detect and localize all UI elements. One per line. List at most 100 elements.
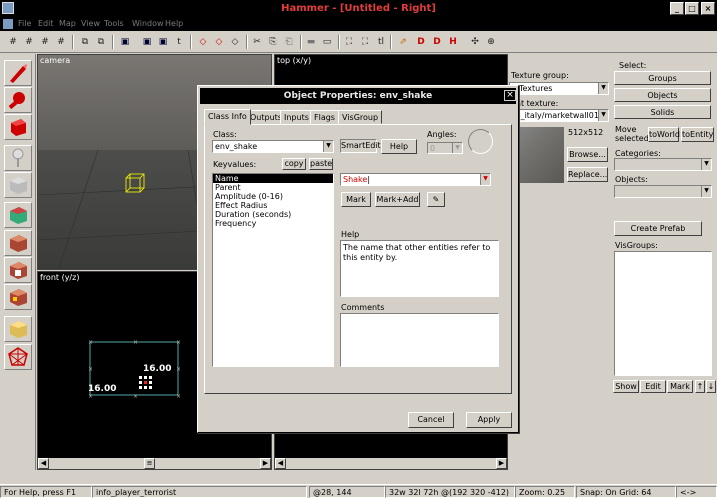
cut-icon[interactable]: ✂ (250, 35, 264, 49)
copy-button[interactable]: copy (282, 158, 306, 170)
keyvalue-row[interactable]: Duration (seconds) (213, 210, 333, 219)
dialog-title-bar[interactable]: Object Properties: env_shake (200, 88, 516, 104)
menu-tools[interactable]: Tools (104, 18, 124, 30)
tab-flags[interactable]: Flags (310, 110, 339, 124)
move-down-icon[interactable]: ↓ (706, 380, 716, 393)
chevron-down-icon[interactable]: ▼ (452, 143, 462, 153)
objects-select[interactable]: ▼ (614, 185, 712, 198)
group-icon[interactable]: ⧉ (94, 35, 108, 49)
menu-view[interactable]: View (81, 18, 100, 30)
top-viewport-scrollbar[interactable]: ◀ ▶ (275, 458, 507, 469)
paste-icon[interactable]: ⎗ (282, 35, 296, 49)
menu-help[interactable]: Help (165, 18, 183, 30)
apply-button[interactable]: Apply (466, 412, 512, 428)
select-objects-button[interactable]: Objects (614, 88, 711, 102)
eyedropper-icon[interactable]: ✎ (427, 192, 445, 207)
grid-3d-icon[interactable]: # (22, 35, 36, 49)
tab-class-info[interactable]: Class Info (204, 109, 251, 125)
replace-button[interactable]: Replace... (567, 167, 608, 182)
mark-button[interactable]: Mark (341, 192, 371, 207)
keyvalue-row[interactable]: Amplitude (0-16) (213, 192, 333, 201)
angles-select[interactable]: 0 ▼ (427, 142, 463, 154)
help-button[interactable]: Help (381, 139, 417, 154)
document-icon[interactable] (3, 19, 13, 29)
overlay-tool-icon[interactable] (4, 284, 32, 310)
camera-tool-icon[interactable] (4, 114, 32, 140)
scroll-right-icon[interactable]: ▶ (496, 458, 507, 469)
mark-add-button[interactable]: Mark+Add (375, 192, 420, 207)
hollow-icon[interactable]: ▭ (320, 35, 334, 49)
show-button[interactable]: Show (613, 380, 639, 393)
dp-icon[interactable]: D (430, 35, 444, 49)
comments-textarea[interactable] (340, 313, 499, 367)
ha-icon[interactable]: H (446, 35, 460, 49)
scroll-left-icon[interactable]: ◀ (275, 458, 286, 469)
dq-icon[interactable]: D (414, 35, 428, 49)
chevron-down-icon[interactable]: ▼ (598, 83, 608, 94)
cube-wire-icon[interactable]: ◇ (212, 35, 226, 49)
chevron-down-icon[interactable]: ▼ (701, 186, 711, 197)
angles-dial[interactable] (468, 129, 493, 154)
menu-window[interactable]: Window (132, 18, 164, 30)
keyvalue-row[interactable]: Effect Radius (213, 201, 333, 210)
scroll-right-icon[interactable]: ▶ (260, 458, 271, 469)
entity-icon[interactable]: ⇗ (396, 35, 410, 49)
chevron-down-icon[interactable]: ▼ (701, 159, 711, 170)
hide-icon[interactable]: ▣ (140, 35, 154, 49)
texture-group-select[interactable]: ll Textures ▼ (509, 82, 609, 95)
selection-icon[interactable]: ⛶ (342, 35, 356, 49)
scroll-thumb[interactable]: ≡ (144, 458, 155, 469)
value-input[interactable]: Shake| ▼ (340, 173, 491, 186)
keyvalue-row-selected[interactable]: Name (213, 174, 333, 183)
chevron-down-icon[interactable]: ▼ (323, 141, 333, 152)
scroll-left-icon[interactable]: ◀ (38, 458, 49, 469)
clip-tool-icon[interactable] (4, 316, 32, 342)
keyvalue-row[interactable]: Parent (213, 183, 333, 192)
paste-button[interactable]: paste (309, 158, 333, 170)
texture-lock-icon[interactable]: ▣ (118, 35, 132, 49)
current-texture-select[interactable]: cs_italy/marketwall01e ▼ (509, 109, 609, 122)
texture-tool-icon[interactable] (4, 202, 32, 228)
edit-button[interactable]: Edit (640, 380, 666, 393)
entity-tool-icon[interactable] (4, 145, 32, 171)
vertex-tool-icon[interactable] (4, 344, 32, 370)
tab-visgroup[interactable]: VisGroup (338, 110, 383, 124)
block-tool-icon[interactable] (4, 172, 32, 198)
dotted-grid-icon[interactable]: # (38, 35, 52, 49)
tab-inputs[interactable]: Inputs (280, 110, 313, 124)
selection-tool-icon[interactable] (4, 60, 32, 86)
show-icon[interactable]: ▣ (156, 35, 170, 49)
cube-outline-icon[interactable]: ◇ (196, 35, 210, 49)
chevron-down-icon[interactable]: ▼ (598, 110, 608, 121)
magnify-tool-icon[interactable] (4, 87, 32, 113)
keyvalues-list[interactable]: Name Parent Amplitude (0-16) Effect Radi… (212, 173, 334, 367)
cube-solid-icon[interactable]: ◇ (228, 35, 242, 49)
select-groups-button[interactable]: Groups (614, 71, 711, 85)
target-icon[interactable]: ⊕ (484, 35, 498, 49)
close-button[interactable]: × (701, 2, 715, 15)
smartedit-toggle[interactable]: SmartEdit (340, 139, 381, 153)
grid-snap-icon[interactable]: # (54, 35, 68, 49)
class-select[interactable]: env_shake ▼ (212, 140, 334, 153)
ungroup-icon[interactable]: t (172, 35, 186, 49)
apply-texture-icon[interactable] (4, 230, 32, 256)
gear-icon[interactable]: ✣ (468, 35, 482, 49)
select-solids-button[interactable]: Solids (614, 105, 711, 119)
grid-icon[interactable]: # (6, 35, 20, 49)
to-world-icon[interactable]: ⛶ (358, 35, 372, 49)
move-up-icon[interactable]: ↑ (695, 380, 705, 393)
front-viewport-scrollbar[interactable]: ◀ ≡ ▶ (38, 458, 271, 469)
menu-edit[interactable]: Edit (38, 18, 54, 30)
to-entity-button[interactable]: toEntity (681, 127, 714, 142)
to-world-button[interactable]: toWorld (648, 127, 680, 142)
browse-button[interactable]: Browse... (567, 147, 608, 162)
carve-icon[interactable]: ⧉ (78, 35, 92, 49)
flat-icon[interactable]: ▬ (304, 35, 318, 49)
hammer-app-icon[interactable] (2, 2, 14, 14)
decal-tool-icon[interactable] (4, 257, 32, 283)
visgroups-list[interactable] (614, 251, 712, 376)
categories-select[interactable]: ▼ (614, 158, 712, 171)
to-entity-icon[interactable]: tl (374, 35, 388, 49)
menu-file[interactable]: File (18, 18, 31, 30)
mark-button[interactable]: Mark (667, 380, 693, 393)
